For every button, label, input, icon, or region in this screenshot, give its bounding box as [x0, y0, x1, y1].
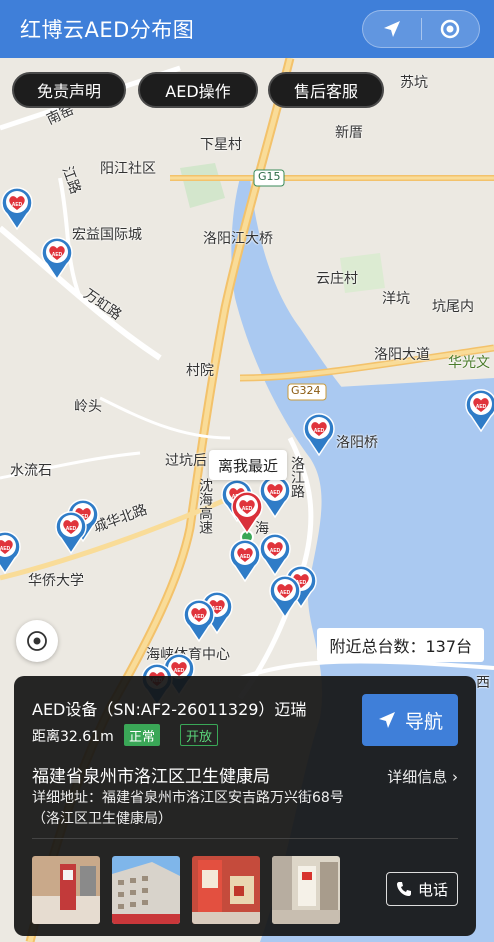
details-link[interactable]: 详细信息 › [387, 766, 458, 787]
app-header: 红博云AED分布图 [0, 0, 494, 58]
aed-marker[interactable]: AED [182, 598, 216, 643]
call-label: 电话 [417, 880, 448, 899]
photo-thumbnail[interactable] [192, 856, 260, 924]
map-label: 洛阳大道 [374, 347, 430, 363]
svg-text:AED: AED [66, 526, 77, 532]
map-label: 华侨大学 [28, 573, 84, 589]
map-label: 沈海高速 [197, 478, 213, 534]
aed-marker[interactable]: AED [54, 510, 88, 555]
svg-text:AED: AED [270, 490, 281, 496]
aed-marker[interactable]: AED [228, 538, 262, 583]
location-share-button[interactable] [363, 11, 421, 47]
map-label: G15 [258, 170, 281, 183]
disclaimer-button[interactable]: 免责声明 [12, 72, 126, 108]
photo-thumbnail[interactable] [32, 856, 100, 924]
nearby-count: 附近总台数：137台 [317, 628, 484, 662]
map-label: 过坑后 [165, 453, 207, 469]
map-label: 宏益国际城 [72, 227, 142, 243]
target-circle-icon [27, 631, 47, 651]
navigation-arrow-icon [378, 712, 395, 728]
map-label: 苏坑 [400, 75, 428, 91]
map-label: 西 [476, 675, 490, 691]
photo-thumbnail[interactable] [112, 856, 180, 924]
organization-name: 福建省泉州市洛江区卫生健康局 [32, 767, 270, 787]
map-label: 洛阳江大桥 [203, 231, 273, 247]
aed-marker[interactable]: AED [268, 574, 302, 619]
map-label: 云庄村 [316, 271, 358, 287]
svg-text:AED: AED [270, 548, 281, 554]
target-circle-icon [441, 19, 460, 39]
address-text: 详细地址：福建省泉州市洛江区安吉路万兴街68号（洛江区卫生健康局） [32, 790, 344, 827]
svg-text:AED: AED [12, 202, 23, 208]
svg-text:AED: AED [314, 428, 325, 434]
status-badge-open: 开放 [180, 724, 219, 746]
map-label: 岭头 [74, 399, 102, 415]
device-name: AED设备（SN:AF2-26011329）迈瑞 [32, 700, 307, 719]
map-label: 坑尾内 [432, 299, 474, 315]
locate-me-button[interactable] [16, 620, 58, 662]
nearest-tooltip: 离我最近 [209, 450, 287, 480]
svg-text:AED: AED [174, 668, 185, 674]
page-title: 红博云AED分布图 [20, 18, 195, 42]
svg-text:AED: AED [52, 252, 63, 258]
navigate-button[interactable]: 导航 [362, 694, 458, 746]
aed-operation-button[interactable]: AED操作 [138, 72, 258, 108]
phone-icon [396, 882, 411, 896]
status-badge-normal: 正常 [124, 724, 161, 746]
map-label: 新厝 [335, 125, 363, 141]
details-label: 详细信息 [387, 768, 448, 786]
chevron-right-icon: › [452, 768, 458, 786]
aed-marker[interactable]: AED [0, 530, 22, 575]
svg-text:AED: AED [194, 614, 205, 620]
aed-marker-selected[interactable]: AED [230, 490, 264, 535]
distance-label: 距离32.61m [32, 729, 114, 745]
svg-text:AED: AED [0, 546, 11, 552]
map-label: 洛阳桥 [336, 435, 378, 451]
navigate-label: 导航 [404, 710, 443, 733]
aed-marker[interactable]: AED [40, 236, 74, 281]
map-label: 村院 [186, 363, 214, 379]
after-sales-button[interactable]: 售后客服 [268, 72, 384, 108]
map-label: 华光文 [448, 355, 490, 371]
aed-marker[interactable]: AED [302, 412, 336, 457]
map-label: 下星村 [200, 137, 242, 153]
map-label: 阳江社区 [100, 161, 156, 177]
aed-marker[interactable]: AED [464, 388, 494, 433]
svg-text:AED: AED [280, 590, 291, 596]
navigation-arrow-icon [383, 21, 400, 37]
photo-thumbnail[interactable] [272, 856, 340, 924]
call-button[interactable]: 电话 [386, 872, 458, 906]
close-program-button[interactable] [422, 11, 480, 47]
card-divider [32, 838, 458, 839]
map-label: G324 [291, 384, 321, 397]
map-label: 水流石 [10, 463, 52, 479]
aed-marker[interactable]: AED [0, 186, 34, 231]
svg-text:AED: AED [240, 554, 251, 560]
aed-info-card: AED设备（SN:AF2-26011329）迈瑞 距离32.61m 正常 开放 … [14, 676, 476, 936]
svg-text:AED: AED [242, 506, 253, 512]
map-label: 洋坑 [382, 291, 410, 307]
svg-text:AED: AED [476, 404, 487, 410]
mini-program-capsule [362, 10, 480, 48]
